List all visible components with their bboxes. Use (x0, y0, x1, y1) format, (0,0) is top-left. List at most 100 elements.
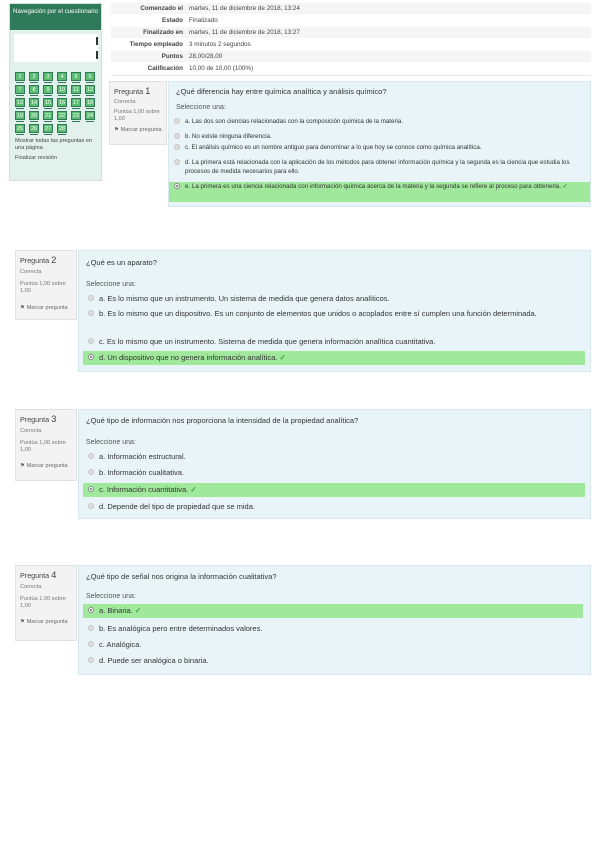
answer-option[interactable]: b. Es lo mismo que un dispositivo. Es un… (83, 309, 583, 331)
answered-indicator (58, 108, 66, 109)
answer-option[interactable]: a. Es lo mismo que un instrumento. Un si… (83, 294, 583, 305)
answer-option[interactable]: b. No existe ninguna diferencia. (169, 132, 590, 143)
summary-value: 28,00/28,00 (189, 53, 223, 60)
user-banner (14, 34, 98, 62)
summary-value: martes, 11 de diciembre de 2018, 13:27 (189, 29, 300, 36)
question-nav-button[interactable]: 1 (15, 72, 25, 83)
answered-indicator (30, 121, 38, 122)
radio-button[interactable] (174, 133, 180, 139)
question-nav-button[interactable]: 3 (43, 72, 53, 83)
summary-row-state: Estado Finalizado (111, 15, 591, 26)
radio-button-selected[interactable] (88, 354, 94, 360)
question-nav-button[interactable]: 17 (71, 98, 81, 109)
question-nav-button[interactable]: 23 (71, 111, 81, 122)
radio-button-selected[interactable] (174, 183, 180, 189)
answer-option[interactable]: c. El análisis químico es un nombre anti… (169, 143, 590, 154)
show-all-questions-link[interactable]: Mostrar todas las preguntas en una págin… (15, 138, 99, 152)
question-nav-button[interactable]: 7 (15, 85, 25, 96)
answer-option[interactable]: b. Es analógica pero entre determinados … (83, 624, 583, 635)
summary-label: Comenzado el (140, 5, 183, 12)
answer-option[interactable]: d. Puede ser analógica o binaria. (83, 656, 583, 667)
radio-button-selected[interactable] (88, 607, 94, 613)
question-content-4: ¿Qué tipo de señal nos origina la inform… (78, 565, 591, 675)
answered-indicator (58, 82, 66, 83)
question-nav-button[interactable]: 5 (71, 72, 81, 83)
question-nav-button[interactable]: 6 (85, 72, 95, 83)
question-nav-button[interactable]: 25 (15, 124, 25, 135)
question-info-2: Pregunta 2 Correcta Puntúa 1,00 sobre 1,… (15, 250, 77, 320)
radio-button[interactable] (88, 310, 94, 316)
radio-button[interactable] (88, 295, 94, 301)
answered-indicator (86, 82, 94, 83)
radio-button[interactable] (174, 159, 180, 165)
question-nav-button[interactable]: 12 (85, 85, 95, 96)
flag-question-link[interactable]: ⚑ Marcar pregunta (20, 619, 68, 626)
summary-label: Puntos (161, 53, 183, 60)
answered-indicator (30, 108, 38, 109)
question-nav-button[interactable]: 18 (85, 98, 95, 109)
question-grade: Puntúa 1,00 sobre 1,00 (20, 281, 66, 294)
answered-indicator (44, 134, 52, 135)
radio-button[interactable] (88, 338, 94, 344)
correct-check-icon: ✓ (190, 485, 197, 494)
answer-option[interactable]: a. Información estructural. (83, 452, 583, 463)
question-nav-button[interactable]: 11 (71, 85, 81, 96)
radio-button[interactable] (88, 625, 94, 631)
correct-check-icon: ✓ (279, 353, 286, 362)
radio-button[interactable] (88, 453, 94, 459)
question-nav-button[interactable]: 8 (29, 85, 39, 96)
answer-option[interactable]: b. Información cualitativa. (83, 468, 583, 479)
question-nav-button[interactable]: 19 (15, 111, 25, 122)
radio-button-selected[interactable] (88, 486, 94, 492)
answer-option[interactable]: c. Es lo mismo que un instrumento. Siste… (83, 337, 583, 348)
answered-indicator (86, 108, 94, 109)
question-nav-button[interactable]: 20 (29, 111, 39, 122)
flag-icon: ⚑ (20, 463, 27, 469)
question-nav-button[interactable]: 2 (29, 72, 39, 83)
answer-option-correct[interactable]: c. Información cuantitativa. ✓ (83, 483, 585, 497)
summary-row-started: Comenzado el martes, 11 de diciembre de … (111, 3, 591, 14)
radio-button[interactable] (174, 144, 180, 150)
answer-option-correct[interactable]: e. La primera es una ciencia relacionada… (169, 182, 590, 202)
answered-indicator (30, 82, 38, 83)
question-nav-button[interactable]: 26 (29, 124, 39, 135)
question-nav-button[interactable]: 28 (57, 124, 67, 135)
answered-indicator (44, 95, 52, 96)
question-nav-button[interactable]: 9 (43, 85, 53, 96)
answer-option-correct[interactable]: d. Un dispositivo que no genera informac… (83, 351, 585, 365)
question-state: Correcta (114, 99, 136, 105)
question-nav-button[interactable]: 22 (57, 111, 67, 122)
question-nav-button[interactable]: 21 (43, 111, 53, 122)
finish-review-link[interactable]: Finalizar revisión (15, 155, 57, 162)
radio-button[interactable] (88, 503, 94, 509)
summary-label: Finalizado en (143, 29, 183, 36)
answered-indicator (72, 95, 80, 96)
question-nav-button[interactable]: 27 (43, 124, 53, 135)
flag-question-link[interactable]: ⚑ Marcar pregunta (20, 305, 68, 312)
answer-option[interactable]: a. Las dos son ciencias relacionadas con… (169, 117, 590, 128)
question-state: Correcta (20, 428, 42, 434)
question-nav-button[interactable]: 16 (57, 98, 67, 109)
quiz-navigation-title: Navegación por el cuestionario (10, 4, 101, 30)
radio-button[interactable] (88, 469, 94, 475)
question-nav-button[interactable]: 13 (15, 98, 25, 109)
answered-indicator (58, 121, 66, 122)
answered-indicator (72, 108, 80, 109)
question-nav-button[interactable]: 4 (57, 72, 67, 83)
flag-question-link[interactable]: ⚑ Marcar pregunta (114, 127, 162, 134)
answer-option[interactable]: d. La primera está relacionada con la ap… (169, 158, 590, 178)
question-nav-button[interactable]: 24 (85, 111, 95, 122)
radio-button[interactable] (88, 641, 94, 647)
flag-question-link[interactable]: ⚑ Marcar pregunta (20, 463, 68, 470)
question-grade: Puntúa 1,00 sobre 1,00 (20, 440, 66, 453)
answer-option[interactable]: d. Depende del tipo de propiedad que se … (83, 502, 583, 513)
question-nav-button[interactable]: 10 (57, 85, 67, 96)
answer-option[interactable]: c. Analógica. (83, 640, 583, 651)
question-nav-button[interactable]: 15 (43, 98, 53, 109)
question-state: Correcta (20, 269, 42, 275)
answered-indicator (16, 121, 24, 122)
radio-button[interactable] (88, 657, 94, 663)
question-nav-button[interactable]: 14 (29, 98, 39, 109)
answer-option-correct[interactable]: a. Binaria. ✓ (83, 604, 583, 618)
radio-button[interactable] (174, 118, 180, 124)
